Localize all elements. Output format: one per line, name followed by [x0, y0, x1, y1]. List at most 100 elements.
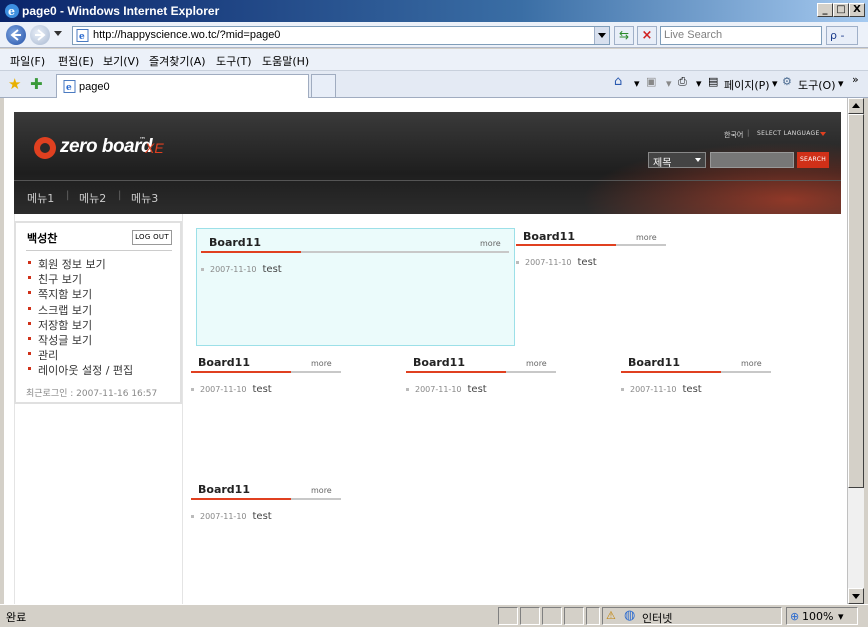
favorites-star-icon[interactable]: ★ — [8, 75, 21, 93]
tab-page0[interactable]: e page0 — [56, 74, 309, 98]
board-widget[interactable]: Board11 more 2007-11-10 test — [191, 355, 341, 405]
more-commands-button[interactable]: » — [852, 73, 859, 86]
search-button[interactable]: ρ - — [826, 26, 858, 45]
home-dropdown-icon[interactable]: ▾ — [634, 77, 640, 90]
my-posts-link[interactable]: 작성글 보기 — [26, 332, 133, 347]
board-more-link[interactable]: more — [311, 359, 332, 368]
bullet-icon — [201, 268, 204, 271]
zoom-dropdown-icon[interactable]: ▾ — [838, 610, 844, 623]
logo-xe: XE — [145, 140, 164, 156]
nav-menu2[interactable]: 메뉴2 — [79, 190, 106, 206]
zeroboard-logo-icon[interactable] — [34, 137, 56, 159]
board-title[interactable]: Board11 — [628, 356, 680, 369]
board-post[interactable]: 2007-11-10 test — [516, 257, 597, 268]
feeds-dropdown-icon[interactable]: ▾ — [666, 77, 672, 90]
minimize-button[interactable]: _ — [817, 3, 833, 17]
close-button[interactable]: X — [849, 3, 865, 17]
print-icon[interactable]: ⎙ — [678, 75, 687, 89]
saved-link[interactable]: 저장함 보기 — [26, 317, 133, 332]
board-more-link[interactable]: more — [741, 359, 762, 368]
menu-tools[interactable]: 도구(T) — [216, 53, 252, 69]
logout-button[interactable]: LOG OUT — [132, 230, 172, 245]
new-tab-button[interactable] — [311, 74, 336, 97]
page-menu-dropdown-icon[interactable]: ▾ — [772, 77, 778, 90]
nav-menu3[interactable]: 메뉴3 — [131, 190, 158, 206]
scroll-up-button[interactable] — [848, 98, 864, 114]
board-title[interactable]: Board11 — [209, 236, 261, 249]
refresh-button[interactable]: ⇆ — [614, 26, 634, 45]
language-arrow-icon[interactable] — [820, 132, 826, 136]
post-title[interactable]: test — [468, 384, 487, 395]
board-title[interactable]: Board11 — [198, 356, 250, 369]
board-widget[interactable]: Board11 more 2007-11-10 test — [191, 482, 341, 532]
board-more-link[interactable]: more — [311, 486, 332, 495]
admin-link[interactable]: 관리 — [26, 347, 133, 362]
friends-link[interactable]: 친구 보기 — [26, 271, 133, 286]
member-info-link[interactable]: 회원 정보 보기 — [26, 256, 133, 271]
post-title[interactable]: test — [263, 264, 282, 275]
svg-text:e: e — [8, 5, 15, 18]
status-cell — [586, 607, 600, 625]
layout-settings-link[interactable]: 레이아웃 설정 / 편집 — [26, 362, 133, 377]
maximize-button[interactable]: □ — [833, 3, 849, 17]
address-dropdown-button[interactable] — [594, 27, 609, 44]
post-title[interactable]: test — [683, 384, 702, 395]
board-title[interactable]: Board11 — [198, 483, 250, 496]
search-target-select[interactable]: 제목 — [648, 152, 706, 169]
select-language-link[interactable]: SELECT LANGUAGE — [757, 130, 820, 137]
board-widget[interactable]: Board11 more 2007-11-10 test — [406, 355, 556, 405]
page-menu[interactable]: 페이지(P) — [724, 77, 770, 93]
stop-button[interactable]: × — [637, 26, 657, 45]
scroll-down-button[interactable] — [848, 588, 864, 604]
bullet-icon — [406, 388, 409, 391]
post-title[interactable]: test — [578, 257, 597, 268]
tools-menu[interactable]: 도구(O) — [798, 77, 835, 93]
menu-help[interactable]: 도움말(H) — [262, 53, 309, 69]
home-icon[interactable]: ⌂ — [614, 74, 622, 89]
address-input[interactable]: e http://happyscience.wo.tc/?mid=page0 — [72, 26, 610, 45]
board-widget[interactable]: Board11 more 2007-11-10 test — [516, 228, 666, 278]
forward-button[interactable] — [30, 25, 50, 45]
tools-menu-dropdown-icon[interactable]: ▾ — [838, 77, 844, 90]
board-widget[interactable]: Board11 more 2007-11-10 test — [621, 355, 771, 405]
ie-logo-icon: e — [5, 4, 19, 18]
title-bar: e page0 - Windows Internet Explorer _ □ … — [0, 0, 868, 22]
feeds-icon[interactable]: ▣ — [646, 75, 656, 88]
site-search-button[interactable]: SEARCH — [797, 152, 829, 168]
menu-favorites[interactable]: 즐겨찾기(A) — [149, 53, 206, 69]
menu-edit[interactable]: 편집(E) — [58, 53, 94, 69]
post-title[interactable]: test — [253, 511, 272, 522]
vertical-scrollbar[interactable] — [847, 98, 864, 604]
board-more-link[interactable]: more — [526, 359, 547, 368]
site-search-input[interactable] — [710, 152, 794, 168]
board-post[interactable]: 2007-11-10 test — [191, 511, 272, 522]
scroll-thumb[interactable] — [848, 114, 864, 488]
scrap-link[interactable]: 스크랩 보기 — [26, 302, 133, 317]
post-title[interactable]: test — [253, 384, 272, 395]
board-more-link[interactable]: more — [636, 233, 657, 242]
search-input[interactable]: Live Search — [660, 26, 822, 45]
board-title[interactable]: Board11 — [413, 356, 465, 369]
print-dropdown-icon[interactable]: ▾ — [696, 77, 702, 90]
menu-view[interactable]: 보기(V) — [103, 53, 139, 69]
zoom-icon: ⊕ — [790, 610, 800, 623]
board-widget[interactable]: Board11 more 2007-11-10 test — [196, 228, 515, 346]
menu-file[interactable]: 파일(F) — [10, 53, 45, 69]
messages-link[interactable]: 쪽지함 보기 — [26, 286, 133, 301]
bullet-icon — [621, 388, 624, 391]
back-button[interactable] — [6, 25, 26, 45]
board-title[interactable]: Board11 — [523, 230, 575, 243]
add-favorite-icon[interactable]: ✚ — [30, 75, 43, 93]
board-post[interactable]: 2007-11-10 test — [191, 384, 272, 395]
nav-menu1[interactable]: 메뉴1 — [27, 190, 54, 206]
zoom-level[interactable]: 100% — [802, 610, 833, 623]
board-post[interactable]: 2007-11-10 test — [406, 384, 487, 395]
site-header: zero board ™ XE 한국어 | SELECT LANGUAGE 제목… — [14, 112, 841, 214]
post-date: 2007-11-10 — [210, 265, 257, 274]
board-more-link[interactable]: more — [480, 239, 501, 248]
board-post[interactable]: 2007-11-10 test — [201, 264, 282, 275]
history-dropdown-icon[interactable] — [54, 31, 62, 36]
page-icon: e — [76, 29, 89, 42]
protected-mode-icon[interactable]: ⚠ — [606, 609, 616, 622]
board-post[interactable]: 2007-11-10 test — [621, 384, 702, 395]
